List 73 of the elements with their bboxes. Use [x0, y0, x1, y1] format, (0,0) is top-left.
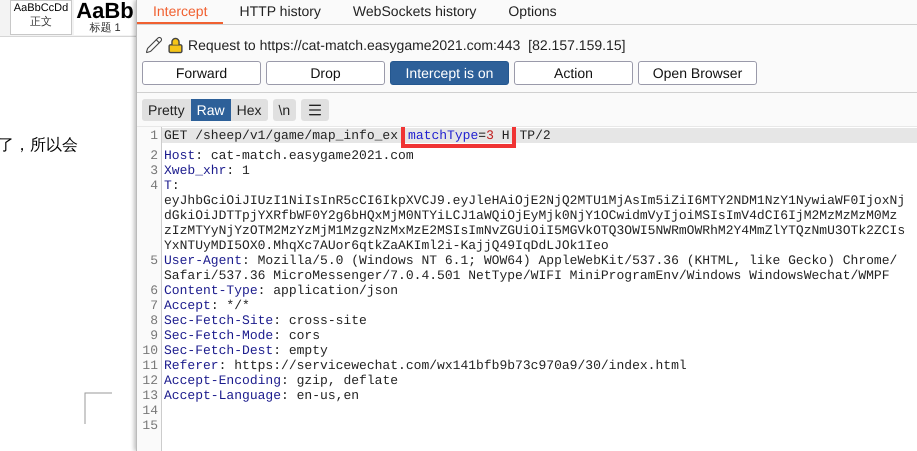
code-text: =	[478, 128, 486, 143]
header-name: Content-Type	[164, 283, 258, 298]
crop-mark-icon	[84, 392, 112, 424]
line-number: 4	[150, 178, 158, 193]
toolbar-button[interactable]: Intercept is on	[390, 61, 509, 85]
code-text: : https://servicewechat.com/wx141bfb9b73c970a9/30/index.html	[218, 358, 687, 373]
code-text: : 1	[226, 163, 250, 178]
line-number: 2	[150, 148, 158, 163]
toolbar-button[interactable]: Forward	[142, 61, 261, 85]
newline-toggle[interactable]: \n	[272, 99, 296, 121]
code-text: matchType	[408, 128, 478, 143]
header-name: Accept-Language	[164, 388, 282, 403]
header-name: T	[164, 178, 172, 193]
code-text: zIzMTYyNjYzOTM2MzYzMjM1MzgzNzMxMzE2MSIsImNvZGUiOiI5MGVkOTQ3OWI5NWRmOWRhM2Y4MmZlYTQzNmU3OTk2ZCIs	[164, 223, 906, 238]
style-tile[interactable]: AaBb 标题 1	[74, 0, 136, 35]
tab[interactable]: HTTP history	[223, 0, 337, 24]
header-name: Sec-Fetch-Site	[164, 313, 274, 328]
line-number: 12	[142, 373, 158, 388]
code-text: : application/json	[258, 283, 398, 298]
code-text: GET /sheep/v1/game/map_info_ex	[164, 128, 398, 143]
menu-button[interactable]	[301, 99, 330, 121]
tab[interactable]: Options	[492, 0, 573, 24]
request-target: Request to https://cat-match.easygame2021.com:443	[188, 37, 520, 53]
line-number: 10	[142, 343, 158, 358]
header-name: Sec-Fetch-Dest	[164, 343, 274, 358]
toolbar-button[interactable]: Drop	[266, 61, 385, 85]
code-text: : Mozilla/5.0 (Windows NT 6.1; WOW64) AppleWebKit/537.36 (KHTML, like Gecko) Chrome/	[242, 253, 898, 268]
code-text: : */*	[210, 298, 250, 313]
header-name: Xweb_xhr	[164, 163, 226, 178]
code-text: 3	[486, 128, 494, 143]
toolbar-button[interactable]: Open Browser	[638, 61, 757, 85]
code-text: TP/2	[520, 128, 551, 143]
line-number: 3	[150, 163, 158, 178]
line-number: 15	[142, 418, 158, 433]
header-name: Accept-Encoding	[164, 373, 282, 388]
code-text: : en-us,en	[281, 388, 360, 403]
header-name: Sec-Fetch-Mode	[164, 328, 274, 343]
code-text: : cat-match.easygame2021.com	[195, 148, 414, 163]
header-name: Host	[164, 148, 196, 163]
header-name: User-Agent	[164, 253, 242, 268]
line-number: 14	[142, 403, 158, 418]
view-mode-tab[interactable]: Raw	[190, 99, 231, 121]
style-sample: AaBbCcDd	[14, 1, 68, 15]
line-number: 9	[150, 328, 158, 343]
code-text: : empty	[273, 343, 328, 358]
code-text: YxNTUyMDI5OX0.MhqXc7AUor6qtkZaAKIml2i-KajjQ49IqDdLJOk1Ieo	[164, 238, 609, 253]
line-number: 8	[150, 313, 158, 328]
ip-address: [82.157.159.15]	[527, 37, 626, 53]
tab[interactable]: WebSockets history	[336, 0, 492, 24]
menu-icon	[307, 102, 324, 118]
style-sample: AaBb	[76, 1, 134, 21]
style-name: 正文	[30, 15, 52, 29]
line-number: 5	[150, 253, 158, 268]
lock-icon	[167, 36, 184, 54]
toolbar-button[interactable]: Action	[514, 61, 633, 85]
code-text: : cross-site	[273, 313, 367, 328]
style-name: 标题 1	[89, 21, 121, 34]
style-tile[interactable]: AaBbCcDd 正文	[10, 0, 72, 35]
pencil-icon[interactable]	[145, 36, 163, 54]
line-number: 11	[142, 358, 158, 373]
code-text: Safari/537.36 MicroMessenger/7.0.4.501 NetType/WIFI MiniProgramEnv/Windows WindowsWechat/WMPF	[164, 268, 890, 283]
code-text: dGkiOiJDTTpjYXRfbWF0Y2g6bHQxMjM0NTYiLCJ1aWQiOjEyMjk0NjY1OCwidmVyIjoiMSIsImV4dCI6IjM2MzMzMzM0Mz	[164, 208, 898, 223]
header-name: Referer	[164, 358, 219, 373]
code-text: H	[500, 128, 510, 143]
line-number: 13	[142, 388, 158, 403]
code-text: : cors	[273, 328, 320, 343]
code-text: :	[172, 178, 180, 193]
code-text: : gzip, deflate	[281, 373, 398, 388]
header-name: Accept	[164, 298, 211, 313]
line-number: 7	[150, 298, 158, 313]
line-number: 6	[150, 283, 158, 298]
line-number: 1	[150, 128, 158, 143]
code-text: eyJhbGciOiJIUzI1NiIsInR5cCI6IkpXVCJ9.eyJleHAiOjE2NjQ2MTU1MjAsIm5iZiI6MTY2NDM1NzY1NywiaWF0IjoxNj	[164, 193, 906, 208]
